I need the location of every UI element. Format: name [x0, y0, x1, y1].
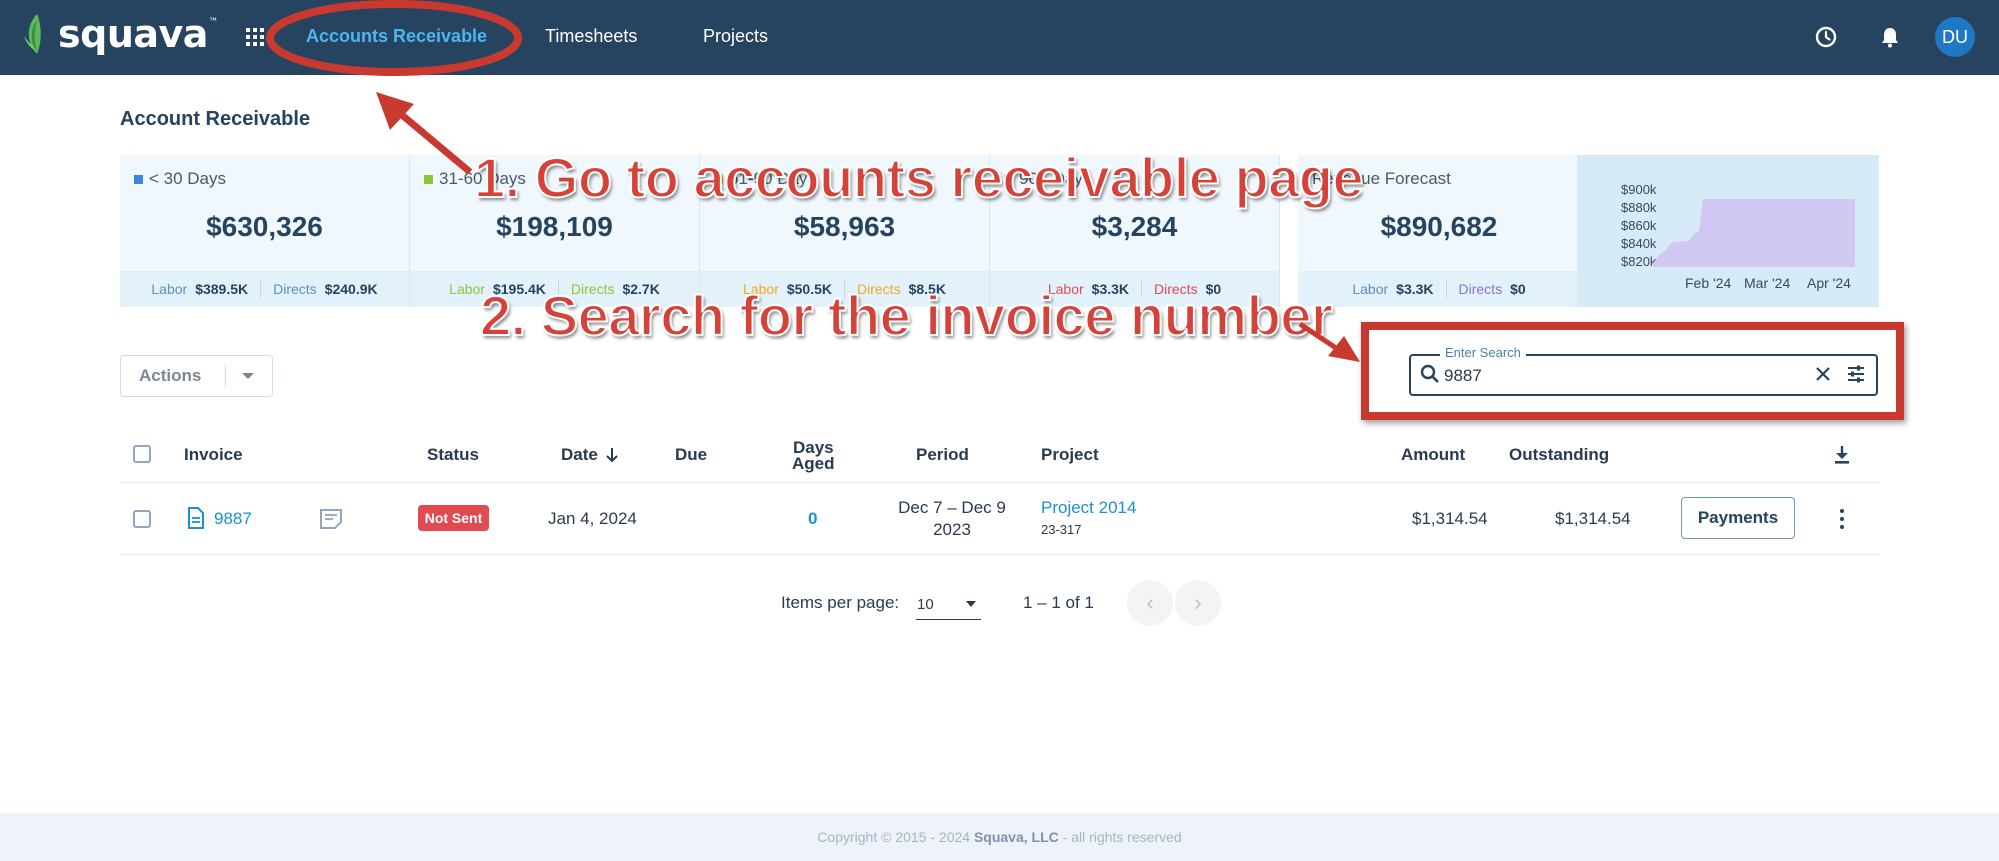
amount-value: $1,314.54	[1412, 509, 1488, 528]
nav-timesheets[interactable]: Timesheets	[545, 26, 637, 47]
summary-card-under-30[interactable]: < 30 Days $630,326 Labor $389.5K Directs…	[120, 155, 410, 307]
y-tick: $900k	[1621, 182, 1657, 197]
chevron-down-icon	[966, 601, 976, 607]
column-status[interactable]: Status	[427, 445, 479, 465]
notes-icon[interactable]	[319, 508, 343, 530]
status-badge: Not Sent	[418, 505, 489, 531]
y-tick: $880k	[1621, 200, 1657, 215]
x-tick: Mar '24	[1744, 275, 1791, 291]
next-page-button[interactable]: ›	[1175, 580, 1221, 626]
card-label: < 30 Days	[149, 169, 227, 188]
download-icon[interactable]	[1833, 445, 1851, 465]
copyright-text: Copyright © 2015 - 2024	[817, 829, 971, 845]
brand-name: squava	[58, 12, 208, 56]
previous-page-button[interactable]: ‹	[1127, 580, 1173, 626]
column-project[interactable]: Project	[1041, 445, 1099, 465]
card-value: $198,109	[496, 211, 613, 242]
column-outstanding[interactable]: Outstanding	[1509, 445, 1609, 465]
page-title: Account Receivable	[120, 108, 311, 130]
squava-logo[interactable]: squava ™	[22, 12, 217, 56]
annotation-arrow-1	[376, 92, 473, 175]
search-input[interactable]	[1444, 364, 1804, 388]
card-value: $58,963	[793, 211, 896, 242]
page-footer: Copyright © 2015 - 2024 Squava, LLC - al…	[0, 813, 1999, 861]
column-period[interactable]: Period	[916, 445, 969, 465]
company-link[interactable]: Squava, LLC	[974, 829, 1059, 845]
search-legend: Enter Search	[1440, 345, 1526, 360]
chevron-down-icon	[242, 373, 255, 379]
row-checkbox[interactable]	[133, 510, 151, 528]
sort-arrow-down-icon[interactable]	[605, 447, 619, 463]
annotation-oval	[266, 0, 522, 76]
days-aged-value[interactable]: 0	[808, 509, 817, 529]
labor-label: Labor	[1352, 281, 1389, 297]
legend-square-icon	[134, 174, 143, 184]
card-value: $630,326	[206, 211, 323, 242]
directs-label: Directs	[273, 281, 317, 297]
annotation-arrow-2	[1298, 322, 1360, 362]
leaf-icon	[24, 14, 41, 54]
payments-button[interactable]: Payments	[1681, 497, 1795, 539]
actions-label: Actions	[139, 366, 202, 385]
column-amount[interactable]: Amount	[1401, 445, 1465, 465]
project-link[interactable]: Project 2014	[1041, 498, 1136, 518]
labor-value: $3.3K	[1396, 281, 1434, 297]
period-line-1: Dec 7 – Dec 9	[898, 498, 1006, 517]
nav-projects[interactable]: Projects	[703, 26, 768, 47]
rights-text: - all rights reserved	[1062, 829, 1182, 845]
chevron-left-icon: ‹	[1146, 590, 1154, 615]
y-tick: $860k	[1621, 218, 1657, 233]
search-icon	[1420, 364, 1439, 383]
clear-icon[interactable]	[1814, 365, 1832, 383]
directs-value: $0	[1510, 281, 1526, 297]
column-invoice[interactable]: Invoice	[184, 445, 243, 465]
column-days-aged-2[interactable]: Aged	[792, 454, 835, 474]
annotation-step-2: 2. Search for the invoice number	[479, 283, 1334, 348]
card-value: $3,284	[1091, 211, 1178, 242]
items-per-page-value: 10	[917, 596, 934, 613]
more-options-icon[interactable]	[1840, 509, 1844, 529]
column-date[interactable]: Date	[561, 445, 598, 465]
x-tick: Apr '24	[1807, 275, 1851, 291]
chevron-right-icon: ›	[1194, 590, 1202, 615]
y-tick: $840k	[1621, 236, 1657, 251]
actions-dropdown[interactable]: Actions	[120, 355, 273, 397]
items-per-page-select[interactable]: 10	[916, 590, 981, 620]
labor-label: Labor	[151, 281, 188, 297]
select-all-checkbox[interactable]	[133, 445, 151, 463]
user-avatar[interactable]: DU	[1935, 17, 1975, 57]
outstanding-value: $1,314.54	[1555, 509, 1631, 528]
y-tick: $820k	[1621, 254, 1657, 269]
forecast-chart: $900k $880k $860k $840k $820k Feb '24 Ma…	[1577, 155, 1879, 307]
x-tick: Feb '24	[1685, 275, 1732, 291]
labor-value: $389.5K	[195, 281, 249, 297]
clock-icon[interactable]	[1813, 24, 1839, 50]
invoice-number-link[interactable]: 9887	[214, 509, 252, 529]
filter-settings-icon[interactable]	[1846, 364, 1866, 384]
period-line-2: 2023	[933, 520, 971, 539]
column-due[interactable]: Due	[675, 445, 707, 465]
pagination-range: 1 – 1 of 1	[1023, 593, 1094, 612]
items-per-page-label: Items per page:	[781, 593, 900, 612]
trademark-mark: ™	[208, 15, 217, 25]
directs-label: Directs	[1458, 281, 1503, 297]
annotation-step-1: 1. Go to accounts receivable page	[473, 145, 1365, 210]
card-value: $890,682	[1380, 211, 1498, 242]
invoice-document-icon[interactable]	[187, 507, 205, 529]
project-code: 23-317	[1041, 522, 1082, 537]
invoice-date: Jan 4, 2024	[548, 509, 637, 528]
forecast-area	[1653, 199, 1855, 267]
bell-icon[interactable]	[1877, 24, 1903, 50]
directs-value: $240.9K	[324, 281, 378, 297]
